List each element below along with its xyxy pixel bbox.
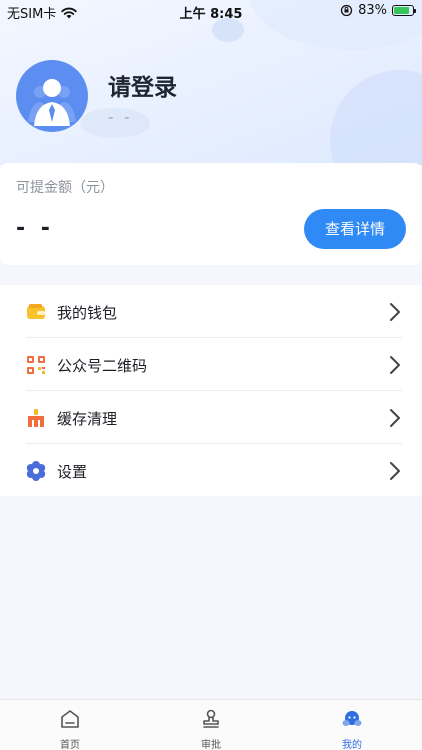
status-right: 83% bbox=[340, 3, 416, 18]
stamp-icon bbox=[203, 709, 219, 728]
menu-item-label: 公众号二维码 bbox=[57, 357, 148, 375]
wallet-icon bbox=[27, 304, 45, 319]
tab-approval[interactable]: 审批 bbox=[141, 700, 281, 750]
menu-item-settings[interactable]: 设置 bbox=[0, 444, 422, 497]
balance-card: 可提金额（元） - - 查看详情 bbox=[0, 163, 422, 265]
home-icon bbox=[61, 710, 79, 728]
balance-label: 可提金额（元） bbox=[16, 180, 114, 196]
chevron-right-icon bbox=[390, 303, 400, 321]
chevron-right-icon bbox=[390, 356, 400, 374]
chevron-right-icon bbox=[390, 462, 400, 480]
login-prompt[interactable]: 请登录 bbox=[108, 68, 177, 102]
orientation-lock-icon bbox=[340, 4, 353, 17]
view-details-button[interactable]: 查看详情 bbox=[304, 209, 406, 249]
menu-item-clear-cache[interactable]: 缓存清理 bbox=[0, 391, 422, 444]
menu-list: 我的钱包 公众号二维码 缓存清理 设置 bbox=[0, 285, 422, 496]
tab-mine[interactable]: 我的 bbox=[282, 700, 422, 750]
user-silhouette-icon bbox=[28, 79, 76, 126]
tab-label: 首页 bbox=[60, 740, 80, 750]
menu-item-wallet[interactable]: 我的钱包 bbox=[0, 285, 422, 338]
tab-bar: 首页 审批 我的 bbox=[0, 699, 422, 750]
chevron-right-icon bbox=[390, 409, 400, 427]
avatar[interactable] bbox=[16, 60, 88, 132]
battery-icon bbox=[392, 5, 416, 16]
tab-label: 审批 bbox=[201, 740, 221, 750]
login-subtitle: - - bbox=[108, 108, 133, 126]
balance-value: - - bbox=[16, 216, 54, 241]
broom-icon bbox=[28, 409, 44, 427]
menu-item-label: 缓存清理 bbox=[57, 410, 118, 428]
tab-label: 我的 bbox=[342, 740, 362, 750]
qrcode-icon bbox=[27, 356, 45, 374]
menu-item-label: 设置 bbox=[57, 463, 88, 481]
status-bar: 无SIM卡 上午 8:45 83% bbox=[0, 0, 422, 22]
gear-icon bbox=[26, 461, 46, 481]
decor-blob bbox=[330, 70, 422, 165]
menu-item-qrcode[interactable]: 公众号二维码 bbox=[0, 338, 422, 391]
tab-home[interactable]: 首页 bbox=[0, 700, 140, 750]
profile-icon bbox=[342, 711, 362, 726]
battery-percent: 83% bbox=[358, 3, 387, 18]
menu-item-label: 我的钱包 bbox=[57, 304, 118, 322]
